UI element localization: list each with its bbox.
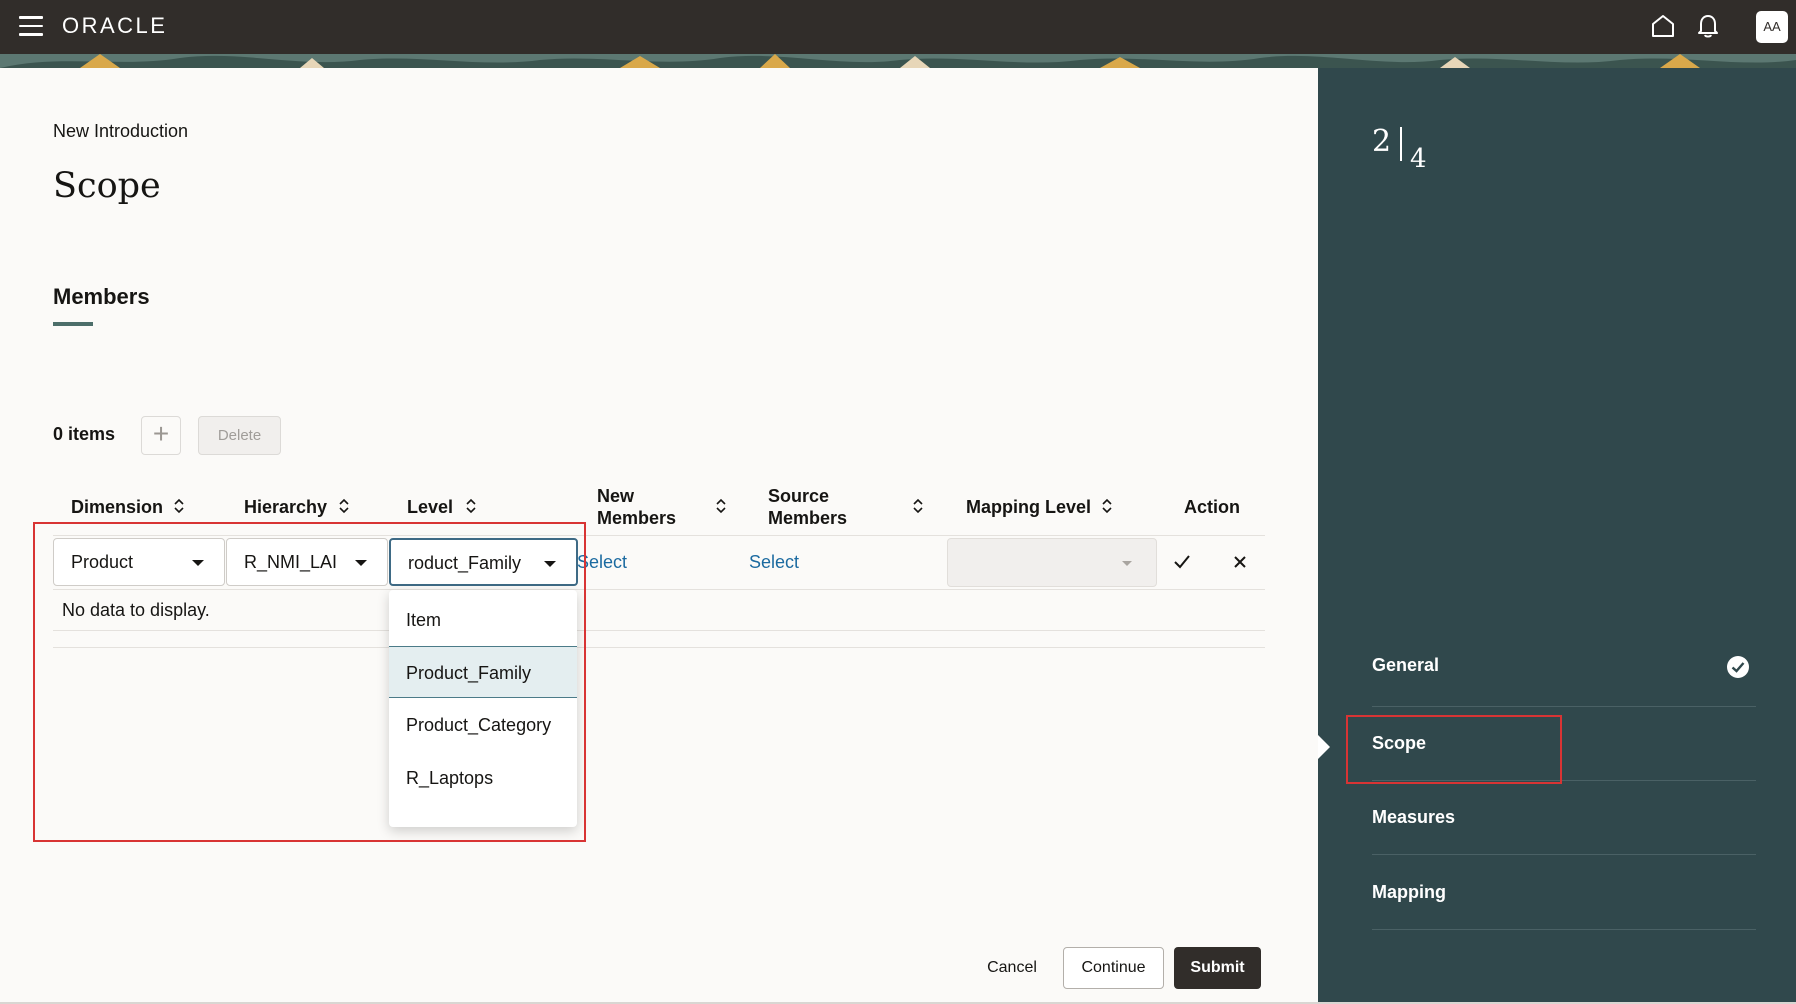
sort-icon[interactable] xyxy=(337,497,351,515)
breadcrumb: New Introduction xyxy=(53,121,189,141)
current-step-pointer-icon xyxy=(1318,735,1330,759)
column-header-level[interactable]: Level xyxy=(407,496,453,518)
sort-icon[interactable] xyxy=(911,497,925,515)
train-step-divider-line xyxy=(1372,706,1756,707)
home-icon[interactable] xyxy=(1651,14,1675,38)
confirm-check-icon[interactable] xyxy=(1173,554,1191,570)
oracle-logo[interactable]: ORACLE xyxy=(62,13,167,39)
completed-check-icon xyxy=(1727,656,1749,678)
page-title: Scope xyxy=(53,166,161,206)
train-step-divider-line xyxy=(1372,929,1756,930)
train-step-mapping[interactable]: Mapping xyxy=(1372,882,1756,903)
sort-icon[interactable] xyxy=(714,497,728,515)
train-total-steps-number: 4 xyxy=(1410,144,1427,174)
submit-button[interactable]: Submit xyxy=(1174,947,1261,989)
annotation-highlight-box xyxy=(33,522,586,842)
tab-active-indicator xyxy=(53,322,93,326)
sort-icon[interactable] xyxy=(1100,497,1114,515)
train-step-general[interactable]: General xyxy=(1372,655,1756,676)
column-header-source-members-line2: Members xyxy=(768,508,848,528)
column-header-source-members-line1: Source xyxy=(768,486,830,506)
sort-icon[interactable] xyxy=(464,497,478,515)
mapping-level-select[interactable] xyxy=(947,538,1157,587)
source-members-select-link[interactable]: Select xyxy=(749,552,799,573)
column-header-new-members-line2: Members xyxy=(597,508,677,528)
hamburger-menu-icon[interactable] xyxy=(19,16,43,36)
delete-button[interactable]: Delete xyxy=(198,416,281,455)
items-count: 0 items xyxy=(53,424,116,444)
column-header-new-members[interactable]: New Members xyxy=(597,485,676,529)
column-header-dimension[interactable]: Dimension xyxy=(71,496,163,518)
annotation-highlight-box xyxy=(1346,715,1562,784)
add-row-button[interactable]: + xyxy=(141,416,181,455)
continue-button[interactable]: Continue xyxy=(1063,947,1164,989)
cancel-button[interactable]: Cancel xyxy=(975,948,1049,988)
chevron-down-icon xyxy=(1122,561,1132,566)
column-header-hierarchy[interactable]: Hierarchy xyxy=(244,496,327,518)
train-step-divider xyxy=(1400,127,1402,161)
column-header-mapping-level[interactable]: Mapping Level xyxy=(966,496,1091,518)
train-step-measures[interactable]: Measures xyxy=(1372,807,1756,828)
decorative-banner xyxy=(0,54,1796,68)
column-header-action: Action xyxy=(1184,497,1240,517)
user-avatar[interactable]: AA xyxy=(1756,11,1788,43)
train-side-panel xyxy=(1318,68,1796,1004)
cancel-row-close-icon[interactable] xyxy=(1233,555,1247,569)
column-header-source-members[interactable]: Source Members xyxy=(768,485,847,529)
train-current-step-number: 2 xyxy=(1372,124,1392,159)
train-step-divider-line xyxy=(1372,854,1756,855)
top-bar: ORACLE AA xyxy=(0,0,1796,54)
column-header-new-members-line1: New xyxy=(597,486,635,506)
tab-members[interactable]: Members xyxy=(53,284,150,310)
sort-icon[interactable] xyxy=(172,497,186,515)
notifications-bell-icon[interactable] xyxy=(1696,13,1720,39)
